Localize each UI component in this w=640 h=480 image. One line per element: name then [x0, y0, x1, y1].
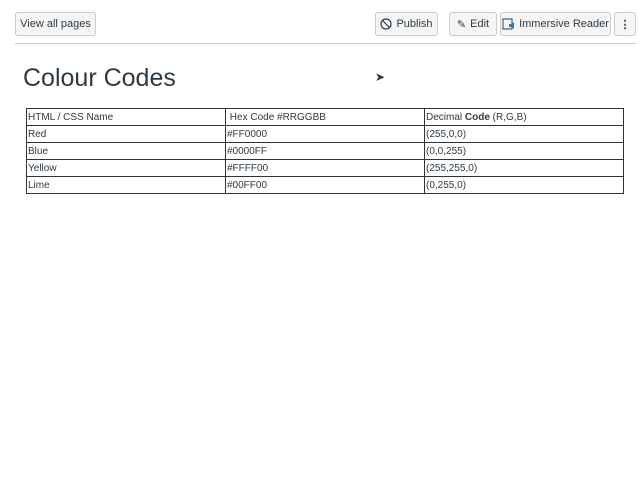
header-cell: Hex Code #RRGGBB	[225, 108, 425, 126]
header-cell: Decimal Code (R,G,B)	[424, 108, 624, 126]
hex-cell: #FFFF00	[225, 159, 425, 177]
decimal-cell: (255,255,0)	[424, 159, 624, 177]
no-entry-icon	[380, 18, 393, 30]
edit-button[interactable]: ✎ Edit	[449, 12, 497, 36]
pencil-icon: ✎	[456, 18, 467, 31]
colour-codes-table: HTML / CSS Name Hex Code #RRGGBB Decimal…	[26, 108, 624, 194]
more-options-button[interactable]: ⋮	[614, 12, 636, 36]
header-text: Decimal	[426, 111, 465, 123]
table-row: Lime #00FF00 (0,255,0)	[26, 176, 624, 194]
table-row: Blue #0000FF (0,0,255)	[26, 142, 624, 160]
immersive-reader-label: Immersive Reader	[519, 18, 609, 30]
header-text: (R,G,B)	[489, 111, 527, 123]
table-row: Yellow #FFFF00 (255,255,0)	[26, 159, 624, 177]
header-cell: HTML / CSS Name	[26, 108, 226, 126]
publish-label: Publish	[396, 18, 433, 30]
immersive-reader-button[interactable]: Immersive Reader	[500, 12, 611, 36]
edit-label: Edit	[470, 18, 490, 30]
view-all-pages-button[interactable]: View all pages	[15, 12, 96, 36]
table-row: Red #FF0000 (255,0,0)	[26, 125, 624, 143]
decimal-cell: (255,0,0)	[424, 125, 624, 143]
decimal-cell: (0,255,0)	[424, 176, 624, 194]
immersive-reader-icon	[502, 18, 515, 30]
hex-cell: #FF0000	[225, 125, 425, 143]
name-cell: Yellow	[26, 159, 226, 177]
hex-cell: #00FF00	[225, 176, 425, 194]
mouse-cursor-icon: ➤	[375, 70, 386, 84]
hex-cell: #0000FF	[225, 142, 425, 160]
decimal-cell: (0,0,255)	[424, 142, 624, 160]
kebab-icon: ⋮	[619, 18, 631, 31]
divider	[15, 43, 636, 44]
name-cell: Red	[26, 125, 226, 143]
view-all-pages-label: View all pages	[20, 18, 91, 30]
page-title: Colour Codes	[23, 64, 176, 92]
header-bold-text: Code	[464, 111, 490, 123]
name-cell: Blue	[26, 142, 226, 160]
header-text: Hex Code #RRGGBB	[229, 111, 326, 123]
table-header-row: HTML / CSS Name Hex Code #RRGGBB Decimal…	[26, 108, 624, 126]
name-cell: Lime	[26, 176, 226, 194]
publish-button[interactable]: Publish	[375, 12, 438, 36]
